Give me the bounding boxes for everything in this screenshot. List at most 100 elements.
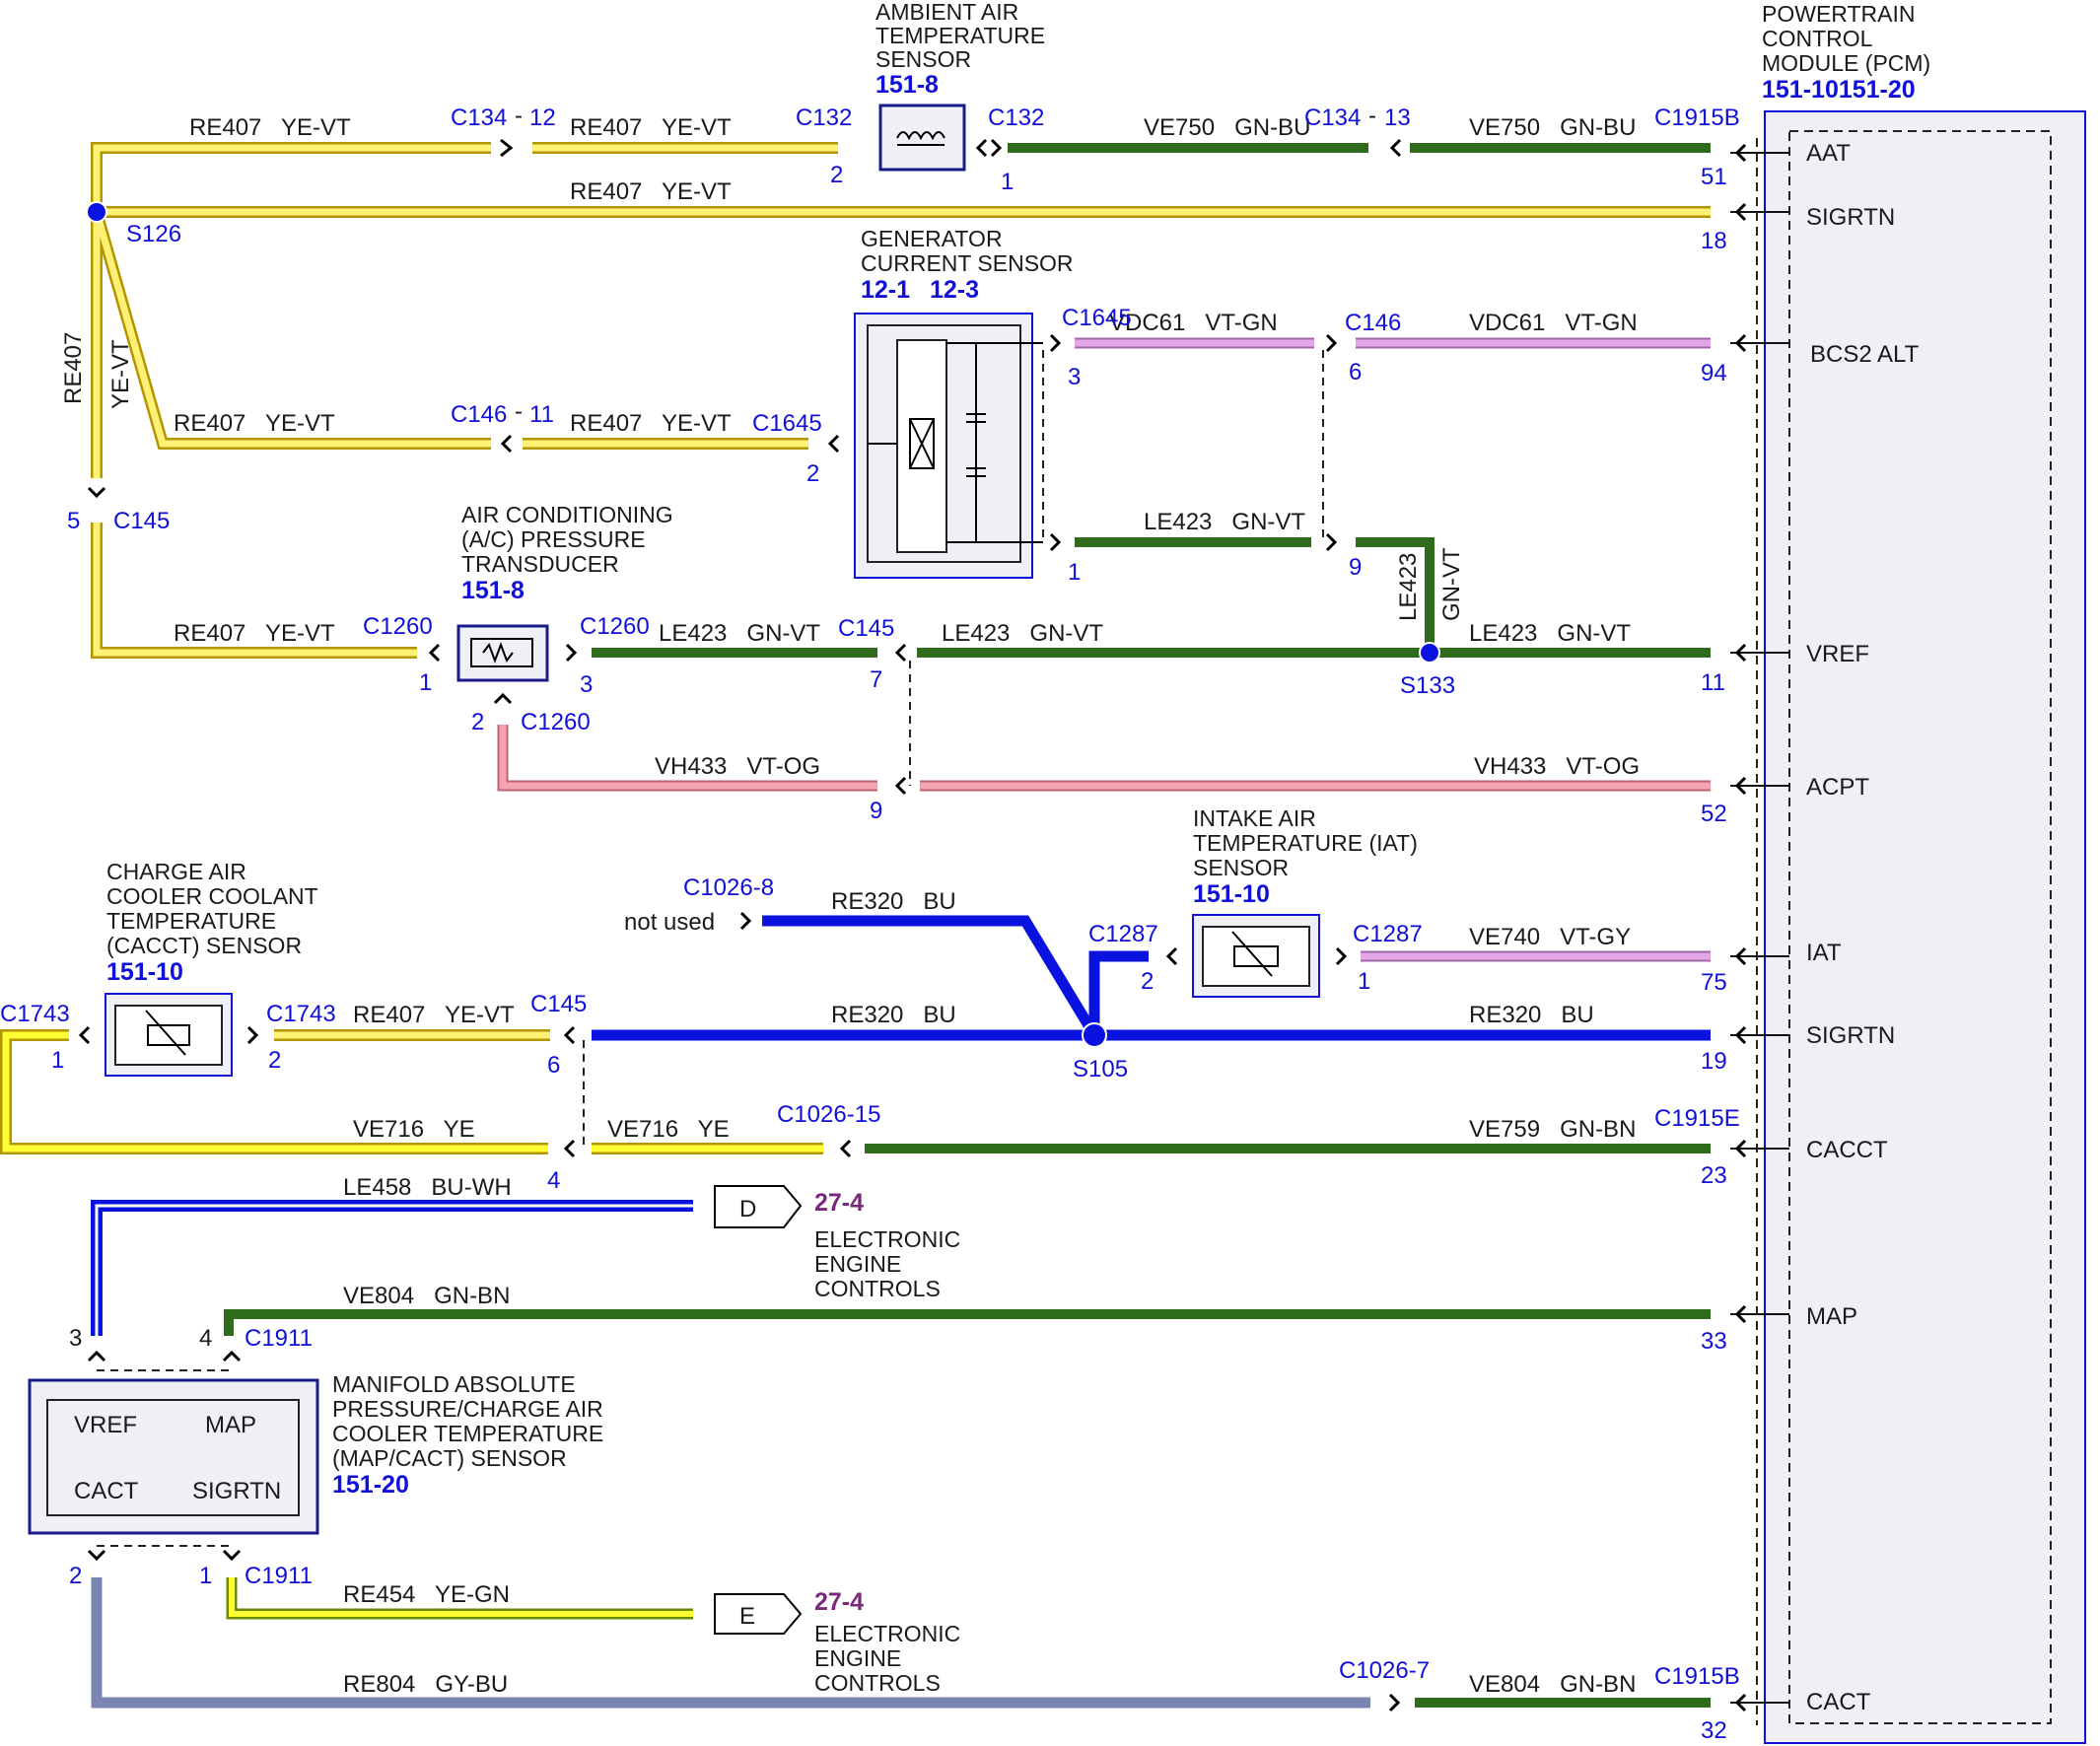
pin-number: 2 [268, 1047, 281, 1074]
pcm-pin-cact: CACT [1806, 1689, 1871, 1715]
connector-label: C1645 [752, 410, 822, 437]
eec-d-letter: D [739, 1196, 756, 1222]
map-pin-sigrtn: SIGRTN [192, 1478, 281, 1504]
splice-label: S133 [1400, 672, 1455, 699]
pcm-pin-sigrtn-1: SIGRTN [1806, 204, 1895, 231]
wire-label: RE320 BU [831, 1002, 956, 1028]
pcm-title-2: CONTROL [1762, 26, 1873, 51]
wire-label: VE716 YE [353, 1116, 475, 1143]
wire-label: RE407 YE-VT [353, 1002, 515, 1028]
pin-number: 2 [830, 162, 843, 188]
pin-number: 94 [1701, 360, 1727, 386]
wire-label: LE458 BU-WH [343, 1174, 512, 1201]
eec-d-title-1: ELECTRONIC [814, 1226, 960, 1252]
splice-s105 [1082, 1022, 1107, 1048]
pin-number: 9 [870, 798, 882, 824]
pin-number: 75 [1701, 969, 1727, 996]
iat-title-2: TEMPERATURE (IAT) [1193, 830, 1418, 856]
cacct-title-4: (CACCT) SENSOR [106, 933, 302, 958]
ac-title-2: (A/C) PRESSURE [461, 526, 646, 552]
eec-ref-d: D 27-4 ELECTRONIC ENGINE CONTROLS [714, 1185, 960, 1301]
wire-label: RE407 YE-VT [189, 114, 351, 141]
pin-number: 6 [547, 1052, 560, 1079]
connector-label: 13 [1384, 105, 1411, 131]
gcs-title-1: GENERATOR [861, 226, 1003, 251]
pin-number: 1 [1068, 559, 1081, 586]
wire-label: VE804 GN-BN [343, 1283, 510, 1309]
pcm-module: POWERTRAIN CONTROL MODULE (PCM) 151-1015… [1730, 1, 2086, 1744]
gcs-ref-1: 12-1 [861, 276, 910, 304]
pcm-pin-bcs2-alt: BCS2 ALT [1810, 341, 1920, 368]
map-title-4: (MAP/CACT) SENSOR [332, 1445, 567, 1471]
eec-e-title-3: CONTROLS [814, 1670, 941, 1696]
wire-label: RE407 YE-VT [174, 410, 335, 437]
connector-label: C1260 [363, 613, 433, 640]
pin-number: 3 [69, 1325, 82, 1352]
pin-number: 5 [67, 508, 80, 534]
pin-number: 18 [1701, 228, 1727, 254]
wire-label: VE750 GN-BU [1469, 114, 1636, 141]
wiring-diagram: POWERTRAIN CONTROL MODULE (PCM) 151-1015… [0, 0, 2086, 1744]
eec-ref-e: E 27-4 ELECTRONIC ENGINE CONTROLS [714, 1588, 960, 1696]
wire-label: LE423 GN-VT [1469, 620, 1631, 647]
wire-label: VE759 GN-BN [1469, 1116, 1636, 1143]
pin-number: 4 [547, 1167, 560, 1194]
connector-label: 11 [529, 401, 554, 428]
pin-number: 1 [419, 669, 432, 696]
connector-label: C1026-7 [1339, 1657, 1430, 1684]
pcm-pin-acpt: ACPT [1806, 774, 1869, 801]
connector-label: C1911 [245, 1325, 313, 1352]
connector-label: C1645 [1062, 305, 1132, 331]
iat-title-1: INTAKE AIR [1193, 805, 1316, 831]
pcm-pin-iat: IAT [1806, 940, 1842, 966]
connector-label: 12 [529, 105, 556, 131]
cacct-title-1: CHARGE AIR [106, 859, 246, 884]
wire-label: RE407 YE-VT [570, 410, 732, 437]
wire-label: RE320 BU [831, 888, 956, 915]
generator-current-sensor: GENERATOR CURRENT SENSOR 12-1 12-3 [854, 226, 1074, 579]
pcm-pin-aat: AAT [1806, 140, 1851, 167]
wire-label: RE804 GY-BU [343, 1671, 508, 1698]
pcm-pin-cacct: CACCT [1806, 1137, 1888, 1163]
gcs-title-2: CURRENT SENSOR [861, 250, 1074, 276]
map-title-3: COOLER TEMPERATURE [332, 1421, 603, 1446]
not-used-label: not used [624, 909, 715, 936]
wire-label: RE407 YE-VT [174, 620, 335, 647]
pin-number: 1 [51, 1047, 64, 1074]
wire-label: VH433 VT-OG [1474, 753, 1640, 780]
connector-label: C1915B [1654, 1663, 1740, 1690]
eec-e-title-1: ELECTRONIC [814, 1621, 960, 1646]
connector-label: C1026-15 [777, 1101, 880, 1128]
connector-label: C1915E [1654, 1105, 1740, 1132]
wire-label: VDC61 VT-GN [1109, 310, 1278, 336]
eec-d-title-3: CONTROLS [814, 1276, 941, 1301]
aat-title-3: SENSOR [875, 46, 971, 72]
eec-e-letter: E [739, 1603, 755, 1630]
wire-label: VE804 GN-BN [1469, 1671, 1636, 1698]
pin-number: 19 [1701, 1048, 1727, 1075]
cacct-title-3: TEMPERATURE [106, 908, 276, 934]
pin-number: 7 [870, 666, 882, 693]
connector-label: C1911 [245, 1563, 313, 1589]
map-cact-sensor: VREF MAP CACT SIGRTN MANIFOLD ABSOLUTE P… [28, 1371, 603, 1535]
wire-label: VH433 VT-OG [655, 753, 820, 780]
aat-title-1: AMBIENT AIR [875, 0, 1018, 25]
map-pin-map: MAP [205, 1412, 256, 1438]
connector-label: C1026-8 [683, 874, 774, 901]
pin-number: 9 [1349, 554, 1362, 581]
connector-label: C1743 [0, 1001, 70, 1027]
wire-label: YE-VT [107, 339, 134, 409]
pcm-pin-map: MAP [1806, 1303, 1857, 1330]
wire-label: LE423 [1395, 553, 1422, 621]
map-pin-cact: CACT [74, 1478, 139, 1504]
aat-ref: 151-8 [875, 71, 939, 99]
dash: - [515, 398, 523, 425]
connector-label: C145 [838, 615, 894, 642]
pin-number: 32 [1701, 1717, 1727, 1744]
wire-label: RE407 YE-VT [570, 114, 732, 141]
pin-number: 11 [1701, 669, 1725, 696]
pcm-title-3: MODULE (PCM) [1762, 50, 1930, 76]
splice-label: S105 [1073, 1056, 1128, 1083]
pin-number: 4 [199, 1325, 212, 1352]
eec-d-title-2: ENGINE [814, 1251, 901, 1277]
